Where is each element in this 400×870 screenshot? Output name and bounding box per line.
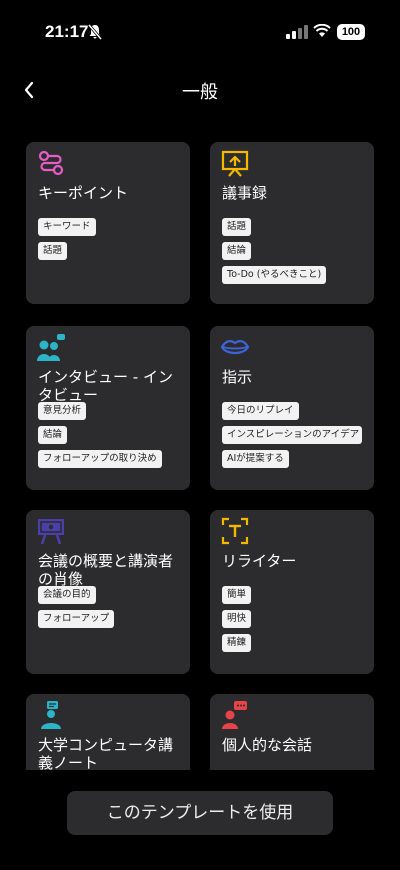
template-card-minutes[interactable]: 議事録 話題 結論 To-Do (やるべきこと) — [210, 142, 374, 304]
presentation-board-icon — [221, 150, 249, 177]
tag-chip: 話題 — [38, 242, 68, 260]
template-card-rewriter[interactable]: リライター 簡単 明快 精錬 — [210, 510, 374, 674]
tag-chip: フォローアップの取り決め — [38, 450, 162, 468]
person-chat-icon — [222, 701, 247, 729]
template-card-meeting-summary[interactable]: 会議の概要と講演者の肖像 会議の目的 フォローアップ — [26, 510, 190, 674]
student-lecture-icon — [41, 701, 61, 729]
wifi-icon — [313, 24, 331, 37]
status-bar: 21:17 100 — [0, 0, 400, 60]
tag-chip: インスピレーションのアイデア — [222, 426, 362, 444]
template-card-lecture-notes[interactable]: 大学コンピュータ講義ノート — [26, 694, 190, 770]
card-title: リライター — [222, 552, 297, 570]
template-card-key-points[interactable]: キーポイント キーワード 話題 — [26, 142, 190, 304]
tag-chip: To-Do (やるべきこと) — [222, 266, 327, 284]
template-card-instruction[interactable]: 指示 今日のリプレイ インスピレーションのアイデア AIが提案する — [210, 326, 374, 490]
footer-bar: このテンプレートを使用 — [0, 770, 400, 870]
lecture-board-icon — [38, 519, 64, 545]
lips-icon — [220, 340, 250, 355]
card-title: 大学コンピュータ講義ノート — [38, 736, 174, 770]
page-title: 一般 — [182, 82, 218, 103]
tag-chip: 簡単 — [222, 586, 252, 604]
card-title: 指示 — [222, 368, 253, 386]
card-title: キーポイント — [38, 184, 129, 202]
text-scan-icon — [221, 517, 249, 545]
flow-nodes-icon — [38, 150, 64, 176]
tag-chip: 明快 — [222, 610, 252, 628]
bell-muted-icon — [88, 24, 102, 40]
status-time: 21:17 — [45, 22, 89, 41]
tag-chip: 精錬 — [222, 634, 252, 652]
tag-chip: AIが提案する — [222, 450, 289, 468]
card-title: 会議の概要と講演者の肖像 — [38, 552, 174, 588]
tag-chip: 話題 — [222, 218, 252, 236]
card-title: 議事録 — [222, 184, 268, 202]
template-card-interview[interactable]: インタビュー - インタビュー 意見分析 結論 フォローアップの取り決め — [26, 326, 190, 490]
use-template-button[interactable]: このテンプレートを使用 — [67, 791, 333, 835]
battery-indicator: 100 — [337, 24, 365, 40]
interview-people-icon — [37, 334, 65, 361]
card-title: 個人的な会話 — [222, 736, 313, 754]
tag-chip: フォローアップ — [38, 610, 115, 628]
tag-chip: 結論 — [38, 426, 68, 444]
template-card-personal-conversation[interactable]: 個人的な会話 — [210, 694, 374, 770]
tag-chip: 意見分析 — [38, 402, 87, 420]
card-title: インタビュー - インタビュー — [38, 368, 173, 404]
tag-chip: 会議の目的 — [38, 586, 96, 604]
tag-chip: キーワード — [38, 218, 96, 236]
tag-chip: 結論 — [222, 242, 252, 260]
template-grid[interactable]: キーポイント キーワード 話題 議事録 話題 結論 To-Do (やるべきこと)… — [0, 140, 400, 770]
cellular-signal-icon — [286, 25, 308, 39]
tag-chip: 今日のリプレイ — [222, 402, 299, 420]
